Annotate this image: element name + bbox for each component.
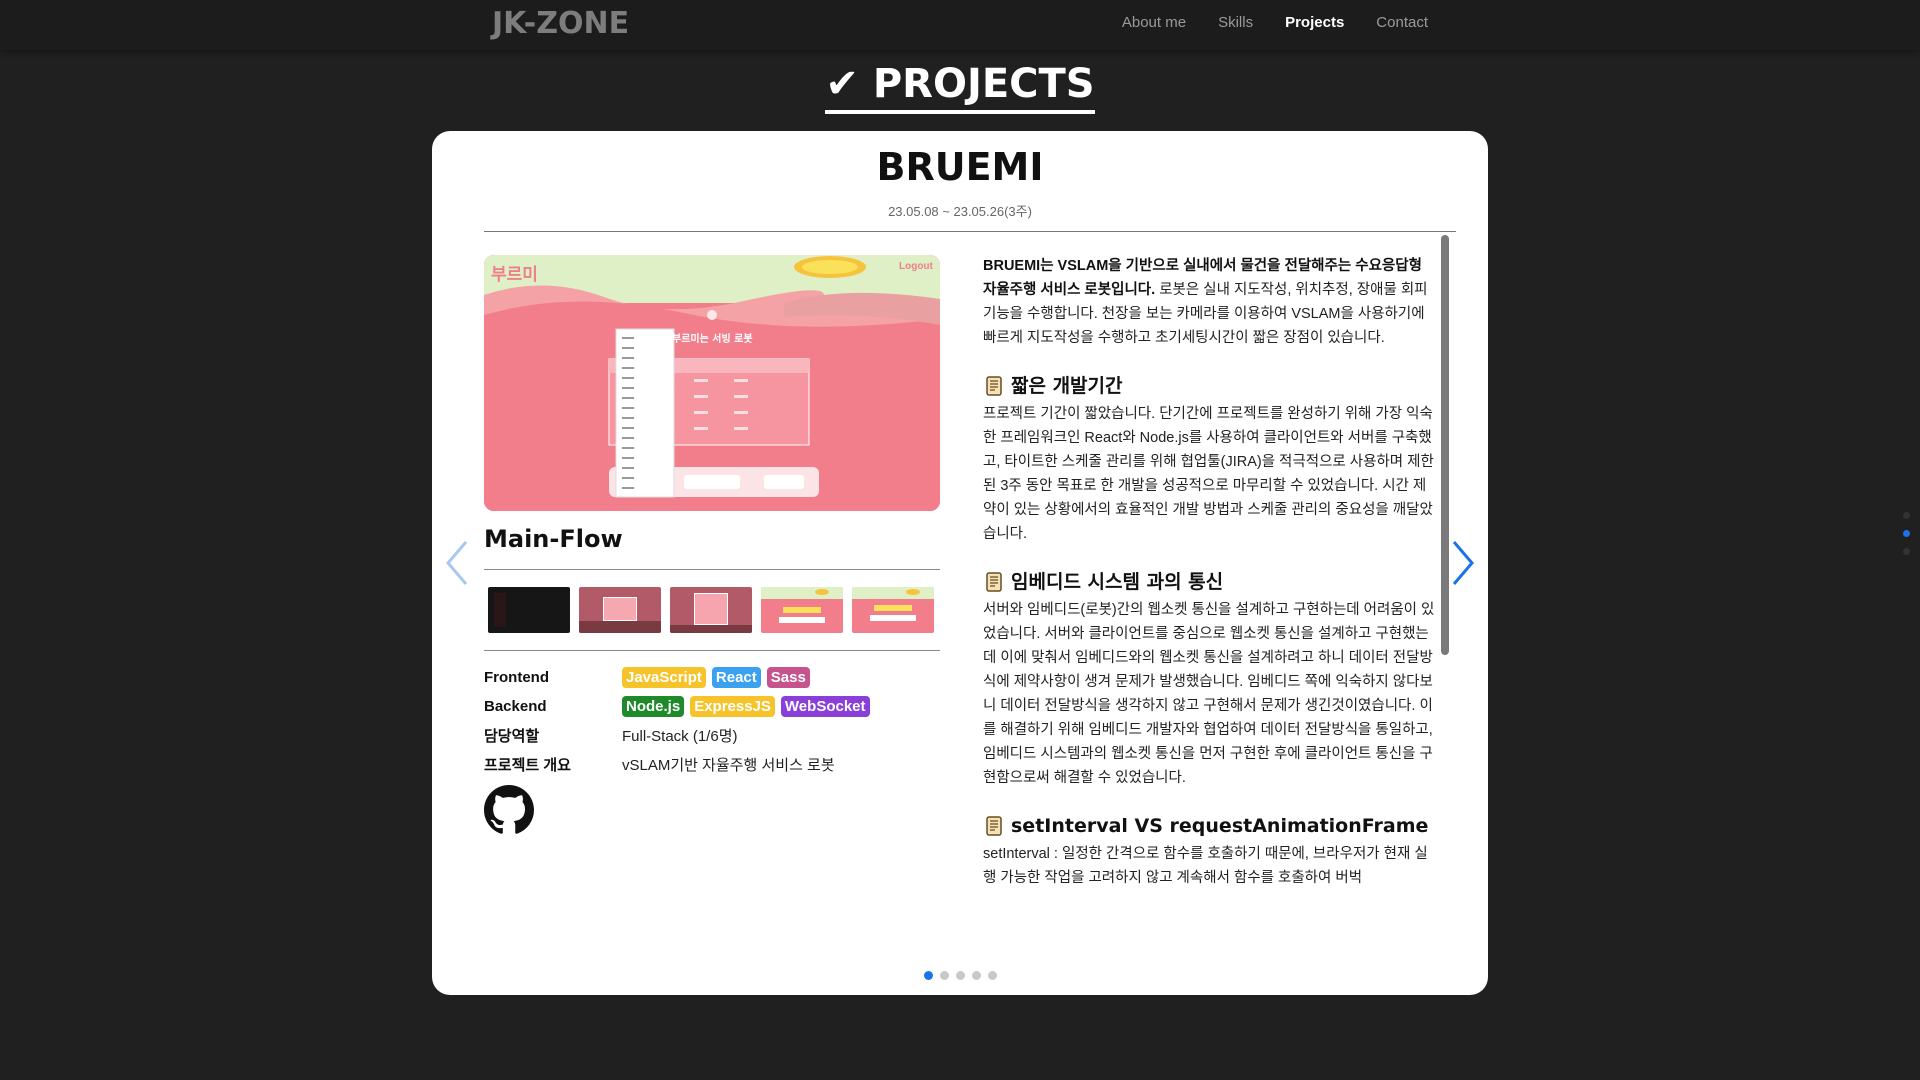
section-body-2: 서버와 임베디드(로봇)간의 웹소켓 통신을 설계하고 구현하는데 어려움이 있… — [983, 602, 1435, 786]
badge-javascript: JavaScript — [622, 667, 706, 688]
project-card: BRUEMI 23.05.08 ~ 23.05.26(3주) 부르미 Logou… — [432, 131, 1488, 995]
divider — [484, 650, 940, 651]
top-navbar: JK-ZONE About me Skills Projects Contact — [0, 0, 1920, 50]
divider — [484, 231, 1456, 232]
section-dot-1[interactable] — [1903, 512, 1910, 519]
intro-paragraph: BRUEMI는 VSLAM을 기반으로 실내에서 물건을 전달해주는 수요응답형… — [983, 254, 1435, 350]
overview-value: vSLAM기반 자율주행 서비스 로봇 — [622, 757, 835, 774]
role-label: 담당역할 — [484, 728, 540, 745]
frontend-label: Frontend — [484, 669, 549, 686]
section-heading-2: 임베디드 시스템 과의 통신 — [983, 568, 1435, 596]
section-title: ✔ PROJECTS — [825, 60, 1095, 114]
thumbnail-strip — [488, 587, 934, 633]
section-title-3: setInterval VS requestAnimationFrame — [1011, 815, 1429, 837]
next-slide-arrow-icon[interactable] — [1448, 538, 1478, 588]
project-title: BRUEMI — [876, 145, 1044, 189]
section-heading-1: 짧은 개발기간 — [983, 372, 1435, 400]
badge-expressjs: ExpressJS — [690, 696, 775, 717]
section-heading-3: setInterval VS requestAnimationFrame — [983, 812, 1435, 840]
nav-links: About me Skills Projects Contact — [1122, 14, 1428, 31]
section-nav-dots — [1903, 512, 1910, 555]
overview-label: 프로젝트 개요 — [484, 757, 571, 774]
divider — [484, 569, 940, 570]
info-row-role: 담당역할 Full-Stack (1/6명) — [484, 721, 870, 750]
carousel-pagination — [924, 971, 997, 980]
description-scrollbar-thumb[interactable] — [1441, 235, 1449, 655]
info-row-backend: Backend Node.js ExpressJS WebSocket — [484, 692, 870, 721]
badge-websocket: WebSocket — [780, 696, 870, 717]
info-row-overview: 프로젝트 개요 vSLAM기반 자율주행 서비스 로봇 — [484, 750, 870, 779]
nav-link-skills[interactable]: Skills — [1218, 14, 1253, 31]
thumbnail-3[interactable] — [670, 587, 752, 633]
pagination-dot-4[interactable] — [972, 971, 981, 980]
thumbnail-4[interactable] — [761, 587, 843, 633]
pagination-dot-3[interactable] — [956, 971, 965, 980]
prev-slide-arrow-icon[interactable] — [442, 538, 472, 588]
thumbnail-1[interactable] — [488, 587, 570, 633]
role-value: Full-Stack (1/6명) — [622, 728, 738, 745]
section-dot-3[interactable] — [1903, 548, 1910, 555]
project-screenshot[interactable]: 부르미 Logout 부르미는 서빙 로봇 — [484, 255, 940, 511]
thumbnail-2[interactable] — [579, 587, 661, 633]
badge-sass: Sass — [766, 667, 810, 688]
site-logo[interactable]: JK-ZONE — [492, 6, 629, 41]
screenshot-brand: 부르미 — [491, 265, 538, 285]
screenshot-logout: Logout — [899, 261, 933, 272]
section-body-1: 프로젝트 기간이 짧았습니다. 단기간에 프로젝트를 완성하기 위해 가장 익숙… — [983, 406, 1434, 542]
badge-nodejs: Node.js — [622, 696, 685, 717]
pagination-dot-1[interactable] — [924, 971, 933, 980]
screenshot-caption: Main-Flow — [484, 525, 623, 553]
nav-link-projects[interactable]: Projects — [1285, 14, 1344, 31]
project-description[interactable]: BRUEMI는 VSLAM을 기반으로 실내에서 물건을 전달해주는 수요응답형… — [983, 254, 1435, 940]
backend-label: Backend — [484, 698, 547, 715]
screenshot-heading: 부르미는 서빙 로봇 — [672, 334, 753, 345]
badge-react: React — [711, 667, 761, 688]
thumbnail-5[interactable] — [852, 587, 934, 633]
pagination-dot-5[interactable] — [988, 971, 997, 980]
project-info: Frontend JavaScript React Sass Backend N… — [484, 663, 870, 779]
scroll-icon — [986, 376, 1002, 396]
section-body-3: setInterval : 일정한 간격으로 함수를 호출하기 때문에, 브라우… — [983, 846, 1428, 886]
scroll-icon — [986, 816, 1002, 836]
nav-link-contact[interactable]: Contact — [1376, 14, 1428, 31]
backend-badges: Node.js ExpressJS WebSocket — [622, 696, 870, 717]
section-title-2: 임베디드 시스템 과의 통신 — [1011, 571, 1224, 593]
screenshot-illustration — [484, 255, 940, 511]
info-row-frontend: Frontend JavaScript React Sass — [484, 663, 870, 692]
nav-link-about[interactable]: About me — [1122, 14, 1186, 31]
project-date: 23.05.08 ~ 23.05.26(3주) — [888, 204, 1032, 219]
scroll-icon — [986, 572, 1002, 592]
section-title-wrap: ✔ PROJECTS — [0, 60, 1920, 114]
pagination-dot-2[interactable] — [940, 971, 949, 980]
section-dot-2[interactable] — [1903, 530, 1910, 537]
frontend-badges: JavaScript React Sass — [622, 667, 810, 688]
section-title-1: 짧은 개발기간 — [1011, 375, 1123, 397]
github-icon[interactable] — [484, 785, 534, 835]
